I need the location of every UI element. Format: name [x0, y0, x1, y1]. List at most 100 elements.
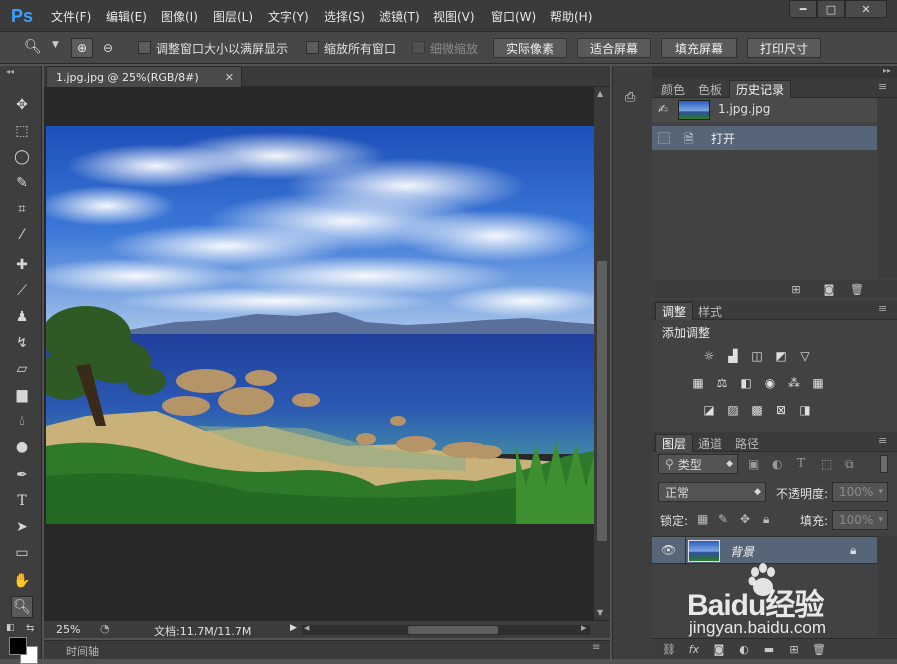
exposure-icon[interactable]: ◩ [773, 349, 789, 363]
quick-selection-tool-icon[interactable]: ✎ [11, 172, 33, 194]
levels-icon[interactable]: ▟ [725, 349, 741, 363]
new-document-from-state-icon[interactable]: ⊞ [789, 282, 803, 296]
lock-all-icon[interactable]: 🔒︎ [763, 512, 769, 527]
gradient-tool-icon[interactable]: ▆ [11, 384, 33, 406]
threshold-icon[interactable]: ▩ [749, 403, 765, 417]
filter-pixel-icon[interactable]: ▣ [748, 457, 759, 471]
eyedropper-tool-icon[interactable]: ⁄ [11, 224, 33, 246]
history-scrollbar[interactable] [877, 98, 897, 278]
path-selection-tool-icon[interactable]: ➤ [11, 516, 33, 538]
menu-type[interactable]: 文字(Y) [268, 8, 309, 25]
tab-history[interactable]: 历史记录 [729, 80, 792, 98]
timeline-panel-tab[interactable]: 时间轴 ≡ [44, 640, 610, 659]
horizontal-scroll-thumb[interactable] [408, 626, 498, 634]
zoom-all-windows-checkbox[interactable] [306, 41, 319, 54]
panel-menu-icon[interactable]: ≡ [878, 302, 887, 315]
fill-screen-button[interactable]: 填充屏幕 [661, 38, 737, 58]
scroll-left-icon[interactable]: ◀ [304, 624, 309, 632]
fill-input[interactable]: 100% ▾ [832, 510, 888, 530]
scroll-down-icon[interactable]: ▼ [597, 608, 603, 617]
history-item[interactable]: 🗎︎ 打开 [652, 126, 877, 150]
tab-adjustments[interactable]: 调整 [655, 302, 694, 320]
black-white-icon[interactable]: ◧ [738, 376, 754, 390]
history-snapshot-row[interactable]: ✍︎ 1.jpg.jpg [652, 98, 877, 122]
menu-help[interactable]: 帮助(H) [550, 8, 592, 25]
hue-saturation-icon[interactable]: ▦ [690, 376, 706, 390]
menu-image[interactable]: 图像(I) [161, 8, 198, 25]
camera-icon[interactable]: ◙ [822, 282, 836, 296]
selective-color-icon[interactable]: ◨ [797, 403, 813, 417]
blend-mode-select[interactable]: 正常 ◆ [658, 482, 766, 502]
zoom-tool-icon[interactable]: 🔍︎ [24, 39, 42, 55]
status-menu-icon[interactable]: ▶ [290, 623, 297, 633]
filter-type-icon[interactable]: T [797, 456, 805, 470]
color-balance-icon[interactable]: ⚖ [714, 376, 730, 390]
brush-tool-icon[interactable]: ⟋ [11, 280, 33, 302]
fx-icon[interactable]: fx [687, 642, 701, 656]
new-layer-icon[interactable]: ⊞ [787, 642, 801, 656]
gradient-map-icon[interactable]: ⊠ [773, 403, 789, 417]
crop-tool-icon[interactable]: ⌗ [11, 198, 33, 220]
scroll-right-icon[interactable]: ▶ [581, 624, 586, 632]
trash-icon[interactable]: 🗑︎ [812, 642, 826, 656]
foreground-color-swatch[interactable] [9, 637, 27, 655]
resize-windows-checkbox[interactable] [138, 41, 151, 54]
vibrance-icon[interactable]: ▽ [797, 349, 813, 363]
trash-icon[interactable]: 🗑︎ [850, 282, 864, 296]
tab-layers[interactable]: 图层 [655, 434, 694, 452]
move-tool-icon[interactable]: ✥ [11, 94, 33, 116]
lock-image-icon[interactable]: ✎ [718, 512, 728, 526]
maximize-icon[interactable]: □ [817, 0, 845, 18]
vertical-scrollbar[interactable]: ▲ ▼ [594, 87, 610, 620]
photo-filter-icon[interactable]: ◉ [762, 376, 778, 390]
zoom-in-icon[interactable]: ⊕ [71, 38, 93, 58]
layer-name[interactable]: 背景 [730, 543, 754, 560]
eraser-tool-icon[interactable]: ▱ [11, 358, 33, 380]
filter-adjustment-icon[interactable]: ◐ [772, 457, 782, 471]
scroll-up-icon[interactable]: ▲ [597, 89, 603, 98]
tab-color[interactable]: 颜色 [655, 80, 691, 98]
lasso-tool-icon[interactable]: ◯ [11, 146, 33, 168]
curves-icon[interactable]: ◫ [749, 349, 765, 363]
invert-icon[interactable]: ◪ [701, 403, 717, 417]
collapse-icon[interactable]: ◂◂ [6, 67, 14, 76]
filter-toggle[interactable] [880, 455, 888, 473]
menu-window[interactable]: 窗口(W) [491, 8, 536, 25]
brightness-contrast-icon[interactable]: ☼ [701, 349, 717, 363]
rectangle-tool-icon[interactable]: ▭ [11, 542, 33, 564]
menu-filter[interactable]: 滤镜(T) [379, 8, 420, 25]
blur-tool-icon[interactable]: 💧︎ [11, 410, 33, 432]
menu-view[interactable]: 视图(V) [433, 8, 475, 25]
info-icon[interactable]: ◔ [100, 622, 110, 635]
minimize-icon[interactable]: ━ [789, 0, 817, 18]
scrubby-zoom-checkbox[interactable] [412, 41, 425, 54]
menu-select[interactable]: 选择(S) [324, 8, 365, 25]
menu-layer[interactable]: 图层(L) [213, 8, 253, 25]
history-brush-source-icon[interactable]: ✍︎ [658, 102, 668, 116]
fit-screen-button[interactable]: 适合屏幕 [577, 38, 651, 58]
color-lookup-icon[interactable]: ▦ [810, 376, 826, 390]
tab-styles[interactable]: 样式 [692, 302, 728, 320]
canvas-image[interactable] [46, 126, 594, 524]
panel-menu-icon[interactable]: ≡ [878, 80, 887, 93]
channel-mixer-icon[interactable]: ⁂ [786, 376, 802, 390]
tab-paths[interactable]: 路径 [729, 434, 765, 452]
history-panel-icon[interactable]: ⎙ [625, 90, 643, 110]
zoom-out-icon[interactable]: ⊖ [97, 38, 119, 58]
posterize-icon[interactable]: ▨ [725, 403, 741, 417]
opacity-input[interactable]: 100% ▾ [832, 482, 888, 502]
default-colors-icon[interactable]: ◧ [6, 623, 15, 633]
history-brush-tool-icon[interactable]: ↯ [11, 332, 33, 354]
add-mask-icon[interactable]: ◙ [712, 642, 726, 656]
clone-stamp-tool-icon[interactable]: ♟ [11, 306, 33, 328]
menu-file[interactable]: 文件(F) [51, 8, 91, 25]
menu-edit[interactable]: 编辑(E) [106, 8, 147, 25]
hand-tool-icon[interactable]: ✋ [11, 570, 33, 592]
chevron-down-icon[interactable]: ▼ [52, 40, 59, 50]
new-adjustment-layer-icon[interactable]: ◐ [737, 642, 751, 656]
new-group-icon[interactable]: ▬ [762, 642, 776, 656]
panel-menu-icon[interactable]: ≡ [878, 434, 887, 447]
filter-shape-icon[interactable]: ⬚ [821, 457, 832, 471]
close-icon[interactable]: ✕ [225, 71, 234, 84]
tab-swatches[interactable]: 色板 [692, 80, 728, 98]
